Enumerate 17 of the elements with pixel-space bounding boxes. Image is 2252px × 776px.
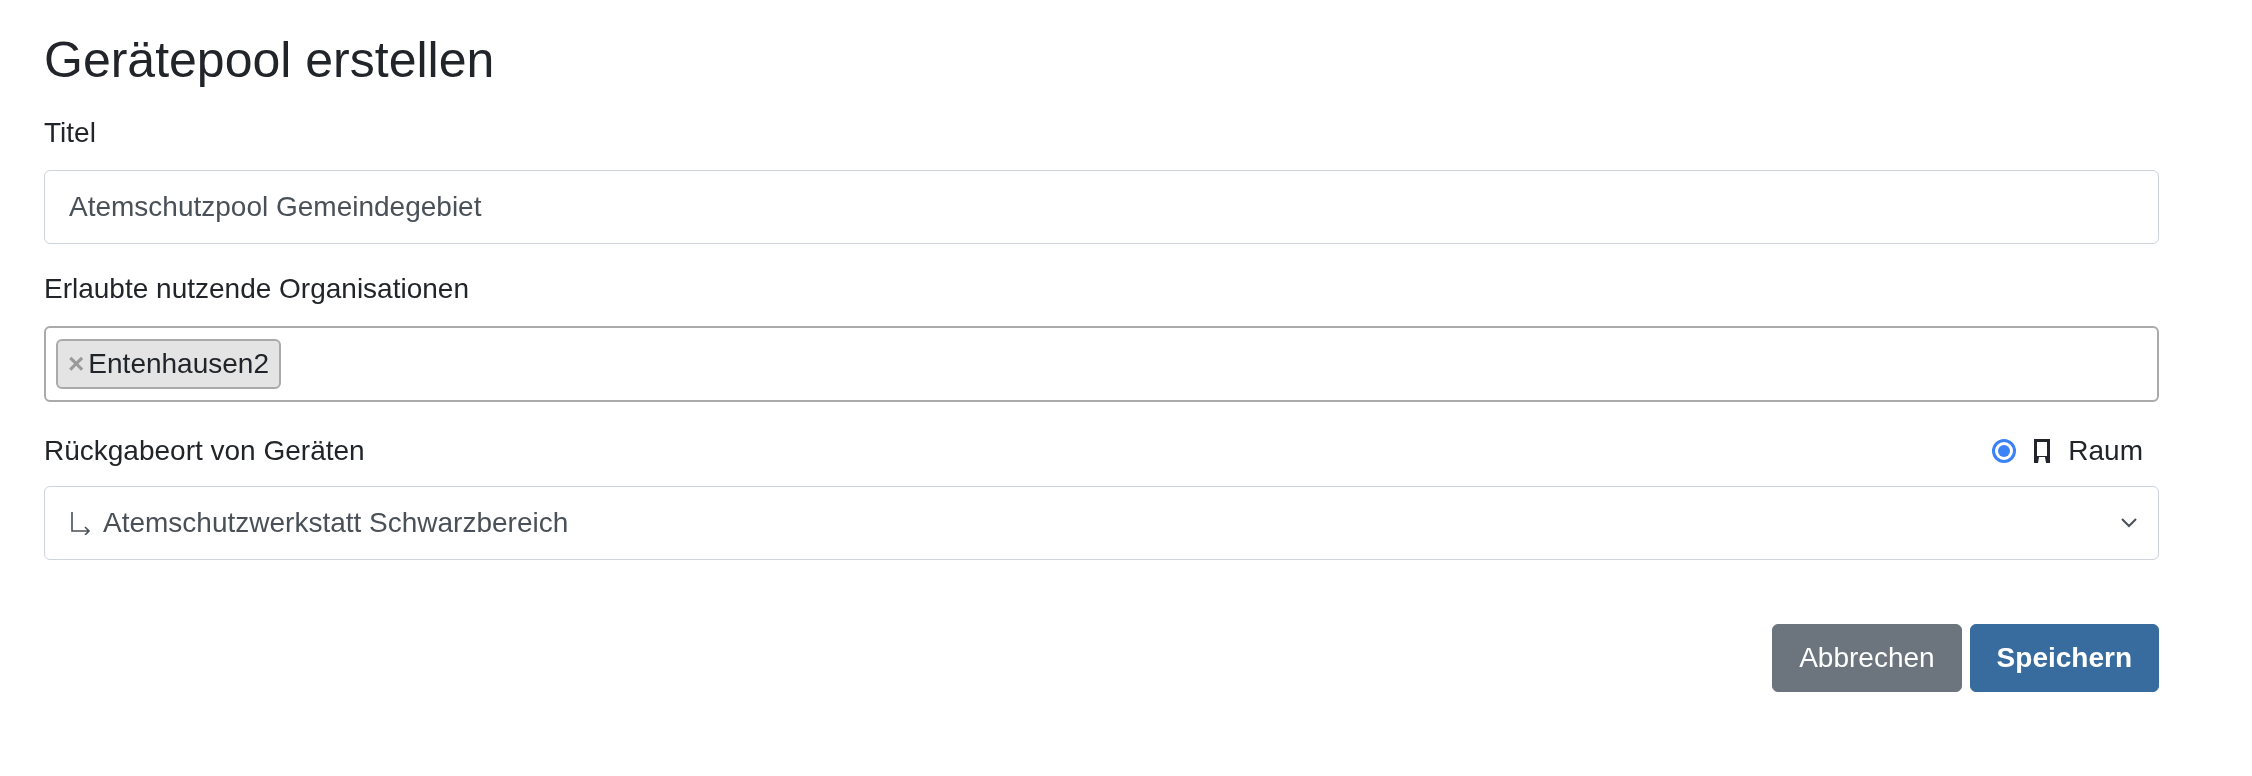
field-label: Rückgabeort von Geräten <box>44 434 365 468</box>
field-label: Titel <box>44 116 96 150</box>
cancel-button[interactable]: Abbrechen <box>1772 624 1962 692</box>
tag-input-field[interactable]: ×Entenhausen2 <box>44 326 2159 402</box>
field-label: Erlaubte nutzende Organisationen <box>44 272 469 306</box>
tag-label: Entenhausen2 <box>88 347 269 381</box>
room-icon <box>2032 437 2053 465</box>
radio-button[interactable] <box>1992 439 2017 463</box>
branch-arrow-icon <box>69 511 93 535</box>
input-field[interactable]: Atemschutzpool Gemeindegebiet <box>44 170 2159 244</box>
tag-chip[interactable]: ×Entenhausen2 <box>56 339 281 389</box>
select-field[interactable]: Atemschutzwerkstatt Schwarzbereich <box>44 486 2159 560</box>
option-label: Raum <box>2068 434 2143 468</box>
save-button[interactable]: Speichern <box>1969 624 2159 692</box>
page-title: Gerätepool erstellen <box>44 31 496 90</box>
chevron-down-icon <box>2120 517 2138 529</box>
select-value: Atemschutzwerkstatt Schwarzbereich <box>103 506 570 540</box>
